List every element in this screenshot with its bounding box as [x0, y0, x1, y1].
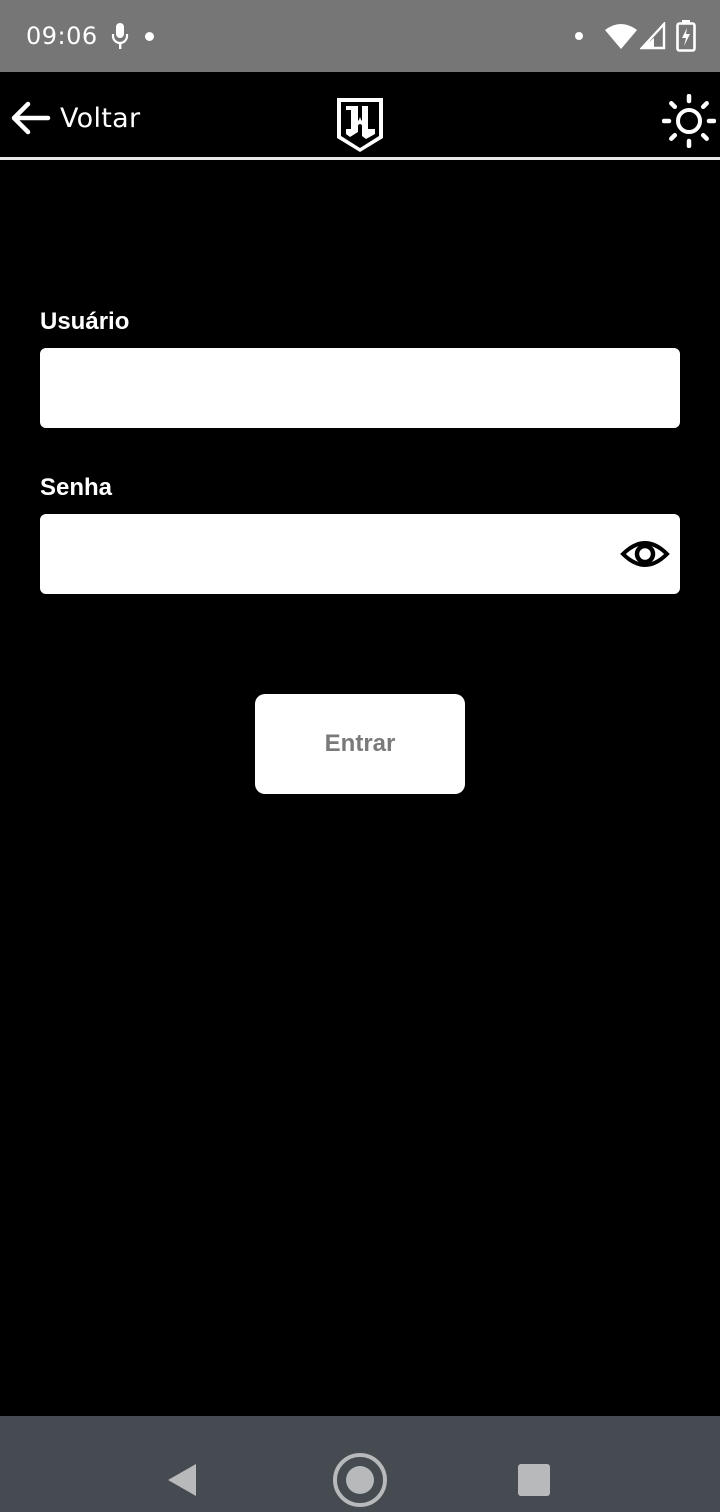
app-header: Voltar	[0, 72, 720, 160]
status-time: 09:06	[26, 22, 98, 50]
notification-dot-icon	[145, 32, 154, 41]
login-button[interactable]: Entrar	[255, 694, 465, 794]
back-label: Voltar	[60, 102, 141, 134]
nav-recents-icon[interactable]	[518, 1464, 550, 1496]
nav-back-icon[interactable]	[166, 1462, 198, 1498]
signal-icon	[640, 22, 666, 50]
system-nav-bar	[0, 1416, 720, 1512]
mic-icon	[111, 23, 129, 49]
justice-league-logo-icon	[337, 98, 383, 152]
password-input[interactable]	[40, 514, 680, 594]
notification-dot-icon	[575, 32, 583, 40]
arrow-left-icon	[11, 101, 51, 135]
username-input[interactable]	[40, 348, 680, 428]
status-bar: 09:06	[0, 0, 720, 72]
password-label: Senha	[40, 474, 113, 501]
back-button[interactable]: Voltar	[8, 98, 140, 138]
nav-home-icon[interactable]	[332, 1452, 388, 1508]
battery-charging-icon	[676, 20, 696, 52]
sun-icon[interactable]	[662, 94, 716, 148]
wifi-icon	[605, 24, 637, 49]
username-label: Usuário	[40, 308, 130, 335]
eye-icon[interactable]	[620, 534, 670, 574]
